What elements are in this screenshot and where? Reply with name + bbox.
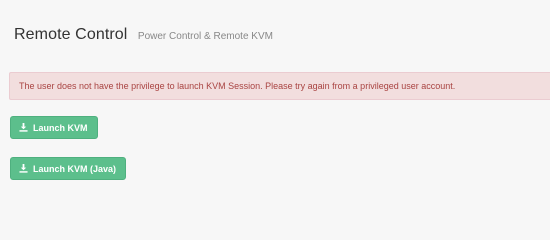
- page-header: Remote Control Power Control & Remote KV…: [14, 26, 273, 44]
- download-icon: [19, 164, 28, 173]
- page-title: Remote Control: [14, 26, 128, 43]
- launch-kvm-java-button[interactable]: Launch KVM (Java): [10, 157, 127, 180]
- launch-kvm-label: Launch KVM: [33, 122, 88, 133]
- page-subtitle: Power Control & Remote KVM: [137, 31, 273, 42]
- launch-kvm-button[interactable]: Launch KVM: [10, 116, 98, 139]
- privilege-error-alert: The user does not have the privilege to …: [9, 72, 550, 100]
- download-icon: [19, 123, 28, 132]
- launch-kvm-java-label: Launch KVM (Java): [33, 163, 117, 174]
- alert-message: The user does not have the privilege to …: [19, 81, 456, 91]
